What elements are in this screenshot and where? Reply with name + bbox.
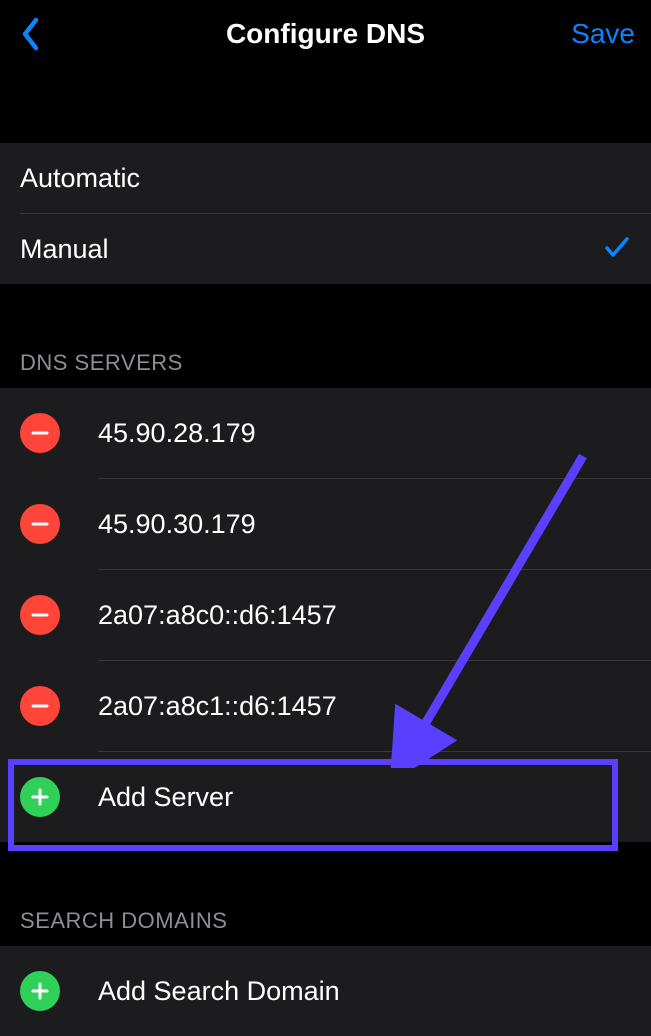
spacer xyxy=(0,68,651,143)
spacer xyxy=(0,284,651,332)
dns-server-row[interactable]: 2a07:a8c0::d6:1457 xyxy=(0,570,651,660)
save-button[interactable]: Save xyxy=(571,18,635,50)
chevron-left-icon xyxy=(20,17,40,51)
dns-server-address: 2a07:a8c1::d6:1457 xyxy=(98,691,337,722)
dns-servers-group: 45.90.28.179 45.90.30.179 2a07:a8c0::d6:… xyxy=(0,388,651,842)
remove-icon[interactable] xyxy=(20,595,60,635)
dns-server-address: 2a07:a8c0::d6:1457 xyxy=(98,600,337,631)
nav-bar: Configure DNS Save xyxy=(0,0,651,68)
page-title: Configure DNS xyxy=(226,18,425,50)
remove-icon[interactable] xyxy=(20,686,60,726)
plus-icon xyxy=(20,971,60,1011)
remove-icon[interactable] xyxy=(20,504,60,544)
add-server-button[interactable]: Add Server xyxy=(0,752,651,842)
search-domains-header: SEARCH DOMAINS xyxy=(0,890,651,946)
back-button[interactable] xyxy=(16,16,44,52)
mode-manual[interactable]: Manual xyxy=(0,214,651,284)
dns-servers-header: DNS SERVERS xyxy=(0,332,651,388)
remove-icon[interactable] xyxy=(20,413,60,453)
dns-server-row[interactable]: 45.90.30.179 xyxy=(0,479,651,569)
mode-manual-label: Manual xyxy=(20,234,109,265)
dns-server-address: 45.90.30.179 xyxy=(98,509,256,540)
add-server-label: Add Server xyxy=(98,782,233,813)
mode-group: Automatic Manual xyxy=(0,143,651,284)
spacer xyxy=(0,842,651,890)
search-domains-group: Add Search Domain xyxy=(0,946,651,1036)
mode-automatic[interactable]: Automatic xyxy=(0,143,651,213)
plus-icon xyxy=(20,777,60,817)
checkmark-icon xyxy=(603,233,631,266)
dns-server-row[interactable]: 45.90.28.179 xyxy=(0,388,651,478)
dns-server-row[interactable]: 2a07:a8c1::d6:1457 xyxy=(0,661,651,751)
mode-automatic-label: Automatic xyxy=(20,163,140,194)
add-search-domain-label: Add Search Domain xyxy=(98,976,340,1007)
add-search-domain-button[interactable]: Add Search Domain xyxy=(0,946,651,1036)
dns-server-address: 45.90.28.179 xyxy=(98,418,256,449)
